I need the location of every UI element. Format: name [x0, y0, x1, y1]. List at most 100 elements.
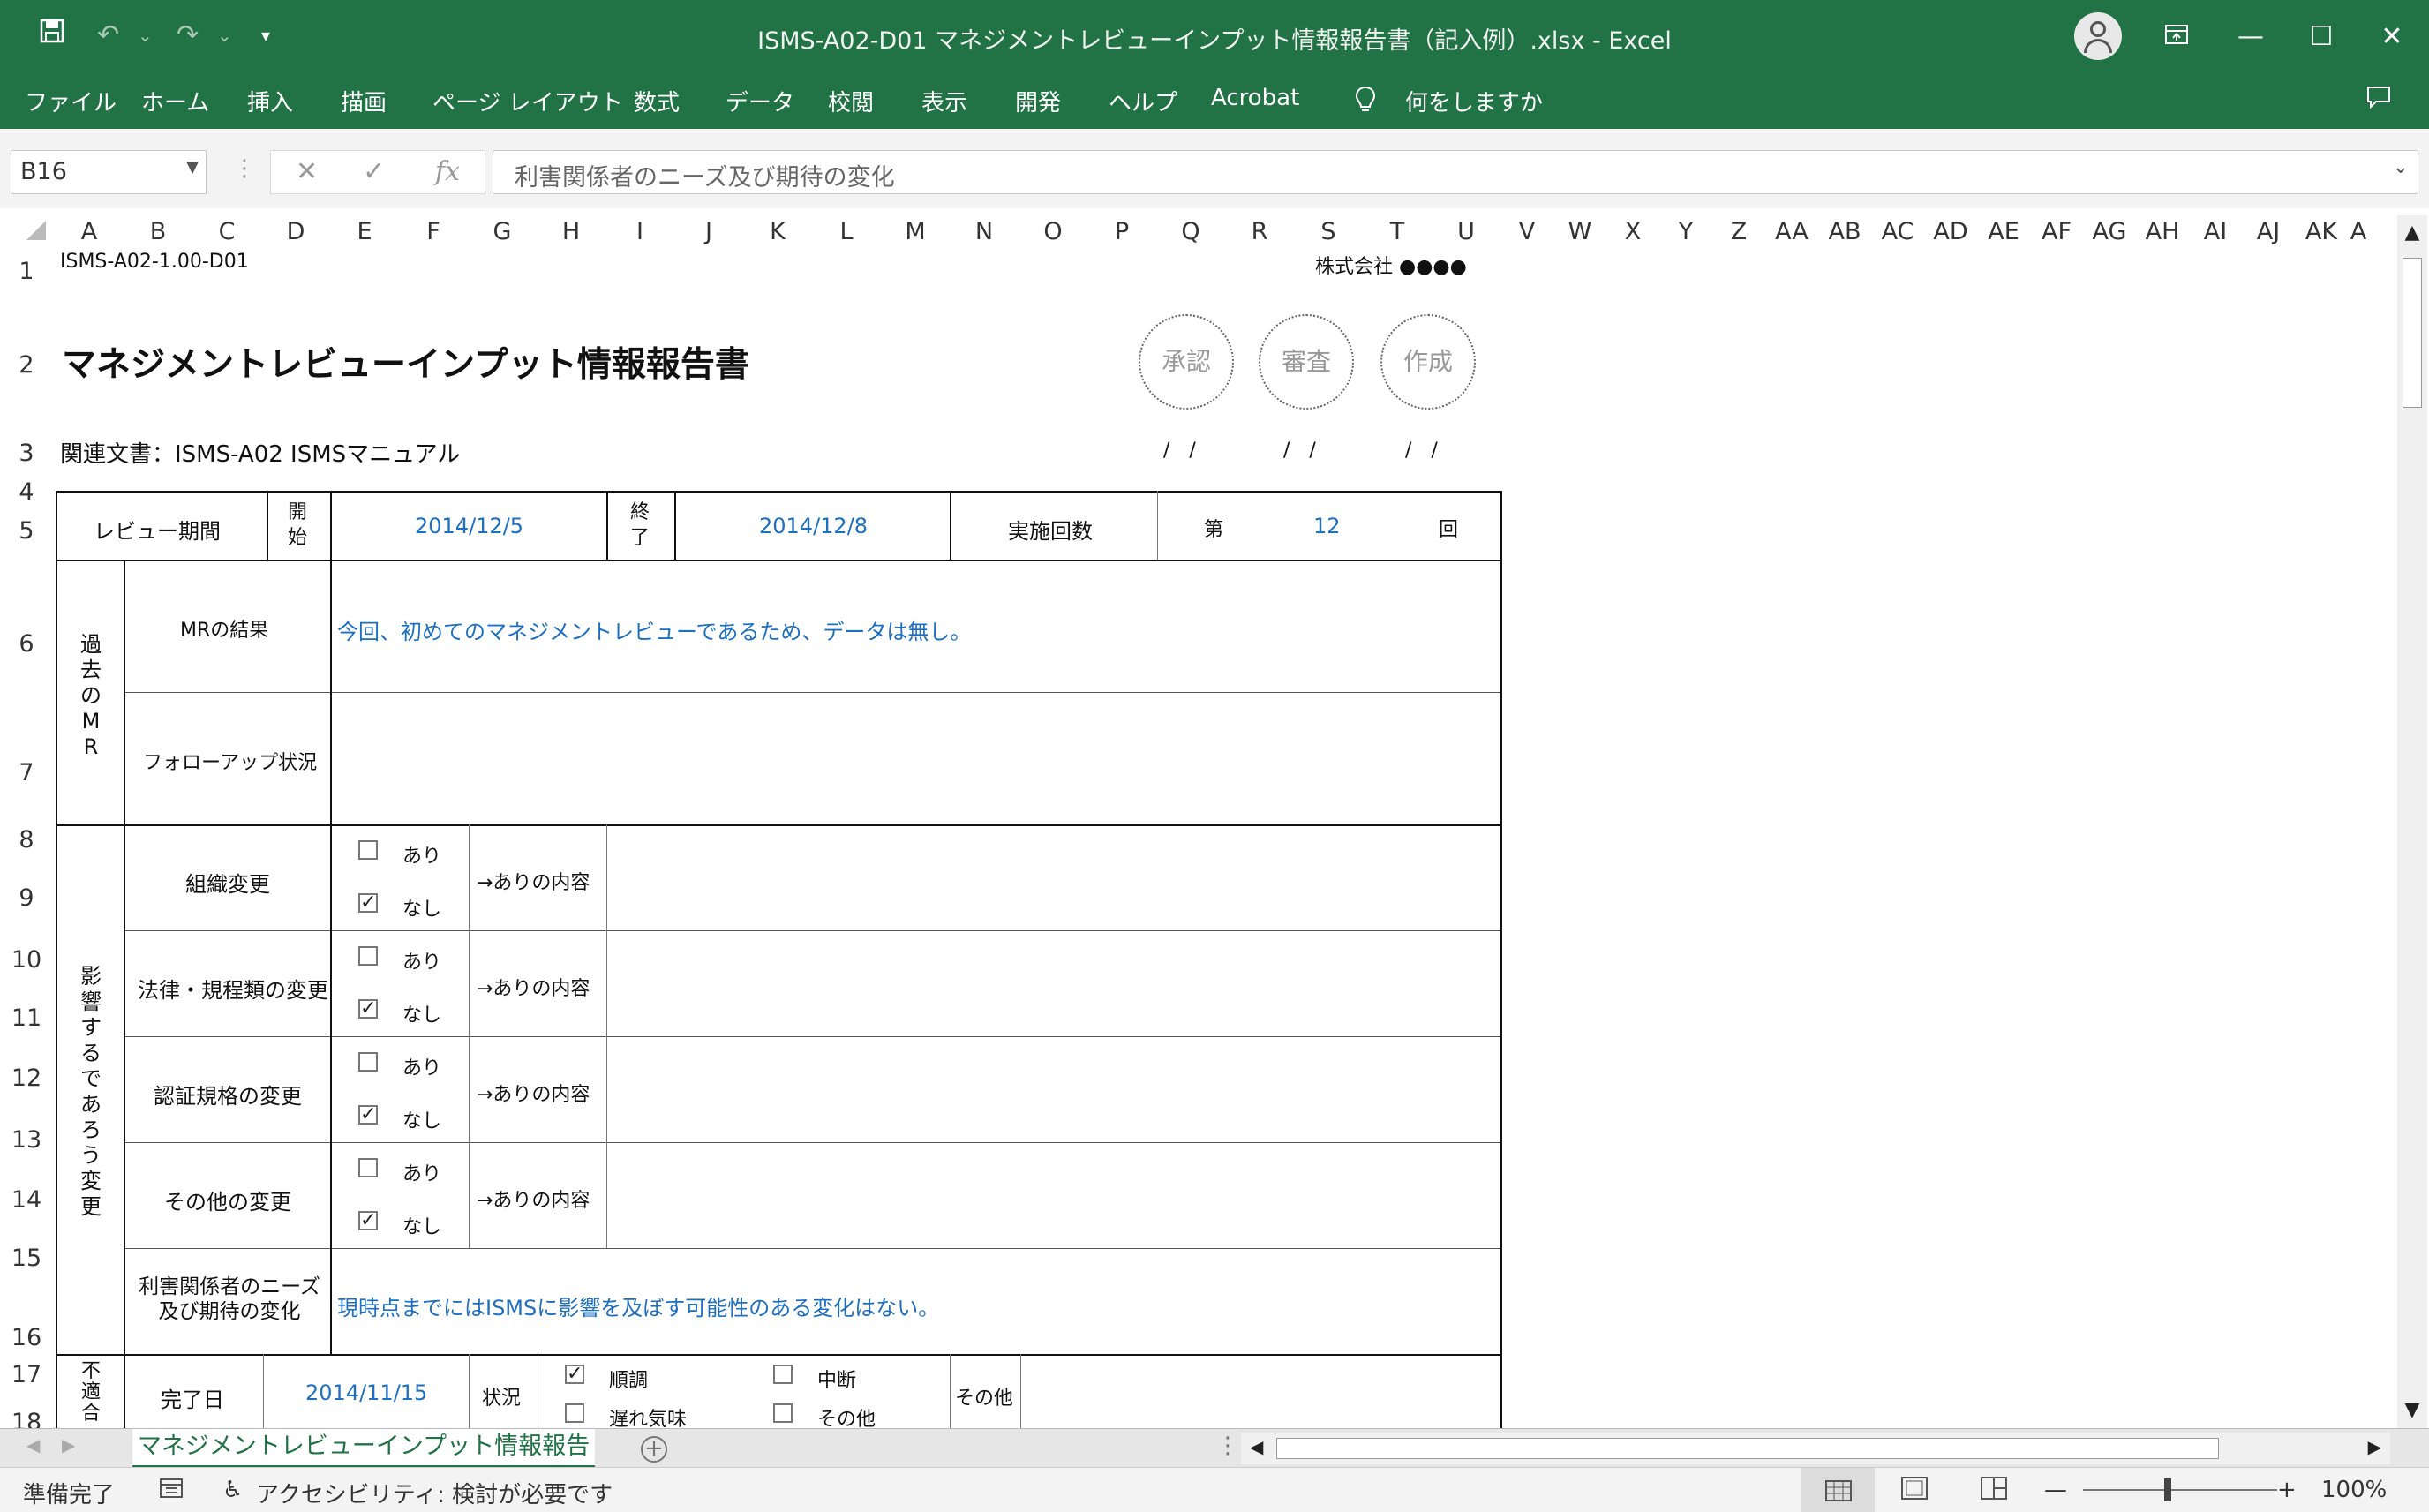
checkbox-ari[interactable]	[358, 1052, 378, 1072]
count-suffix[interactable]: 回	[1439, 514, 1458, 542]
column-header[interactable]: AC	[1871, 208, 1924, 249]
formula-input[interactable]: 利害関係者のニーズ及び期待の変化 ⌄	[493, 150, 2418, 194]
tab-help[interactable]: ヘルプ	[1109, 85, 1177, 117]
column-header[interactable]: AK	[2295, 208, 2348, 249]
row-header[interactable]: 5	[0, 517, 53, 545]
end-label[interactable]: 終了	[627, 500, 653, 551]
cancel-icon[interactable]: ✕	[296, 156, 318, 187]
row-header[interactable]: 17	[0, 1361, 53, 1388]
zoom-level[interactable]: 100%	[2321, 1477, 2387, 1503]
insert-function-icon[interactable]: fx	[435, 156, 460, 187]
column-header[interactable]: K	[743, 208, 812, 249]
impact-changes-label[interactable]: 影響するであろう変更	[78, 964, 104, 1220]
doc-id[interactable]: ISMS-A02-1.00-D01	[60, 251, 249, 273]
nonconformity-label[interactable]: 不適合	[78, 1361, 104, 1425]
end-date[interactable]: 2014/12/8	[759, 514, 868, 538]
tab-draw[interactable]: 描画	[341, 85, 387, 117]
column-header[interactable]: I	[605, 208, 674, 249]
row-header[interactable]: 2	[0, 351, 53, 379]
maximize-icon[interactable]: ☐	[2295, 12, 2348, 62]
row-header[interactable]: 11	[0, 1004, 53, 1032]
select-all-corner[interactable]	[0, 208, 55, 249]
column-header[interactable]: AA	[1765, 208, 1818, 249]
row-header[interactable]: 4	[0, 478, 53, 506]
column-header[interactable]: W	[1553, 208, 1606, 249]
tab-home[interactable]: ホーム	[141, 85, 209, 117]
checkbox-delayed[interactable]	[565, 1403, 584, 1423]
macro-record-icon[interactable]	[159, 1477, 184, 1506]
tab-view[interactable]: 表示	[921, 85, 967, 117]
followup-value[interactable]	[332, 694, 1500, 823]
page-break-view-icon[interactable]	[1981, 1477, 2007, 1506]
worksheet-grid[interactable]: A B C D E F G H I J K L M N O P Q R S T U V W X Y Z AA AB AC AD AE AF AG…	[0, 208, 2429, 1436]
checkbox-ari[interactable]	[358, 840, 378, 860]
column-header[interactable]: B	[124, 208, 192, 249]
scroll-up-icon[interactable]: ▲	[2397, 215, 2427, 251]
vertical-scrollbar[interactable]: ▲ ▼	[2397, 215, 2427, 1428]
column-header[interactable]: H	[537, 208, 605, 249]
column-header[interactable]: R	[1225, 208, 1294, 249]
change-label[interactable]: 組織変更	[185, 867, 270, 898]
column-header[interactable]: T	[1363, 208, 1432, 249]
zoom-out-icon[interactable]: —	[2044, 1477, 2067, 1503]
start-label[interactable]: 開始	[284, 500, 311, 551]
report-title[interactable]: マネジメントレビューインプット情報報告書	[62, 337, 749, 387]
zoom-slider[interactable]	[2083, 1489, 2277, 1491]
column-header[interactable]: A	[2348, 208, 2369, 249]
company-name[interactable]: 株式会社 ●●●●	[1315, 251, 1467, 279]
column-header[interactable]: Z	[1712, 208, 1765, 249]
column-header[interactable]: G	[468, 208, 537, 249]
other-label[interactable]: その他	[955, 1382, 1013, 1410]
page-layout-view-icon[interactable]	[1901, 1477, 1928, 1506]
horizontal-scroll-thumb[interactable]	[1276, 1438, 2219, 1459]
checkbox-nashi[interactable]: ✓	[358, 1211, 378, 1230]
column-header[interactable]: AI	[2189, 208, 2242, 249]
checkbox-nashi[interactable]: ✓	[358, 999, 378, 1019]
tab-data[interactable]: データ	[726, 85, 794, 117]
row-header[interactable]: 15	[0, 1245, 53, 1272]
zoom-slider-thumb[interactable]	[2164, 1478, 2171, 1501]
add-sheet-icon[interactable]: +	[641, 1436, 667, 1463]
row-header[interactable]: 14	[0, 1186, 53, 1214]
ribbon-display-icon[interactable]	[2150, 12, 2203, 62]
column-header[interactable]: C	[192, 208, 261, 249]
past-mr-label[interactable]: 過去のMR	[78, 632, 104, 760]
checkbox-ari[interactable]	[358, 1158, 378, 1177]
column-header[interactable]: Y	[1659, 208, 1712, 249]
row-header[interactable]: 7	[0, 759, 53, 786]
column-header[interactable]: AE	[1977, 208, 2030, 249]
column-header[interactable]: AB	[1818, 208, 1871, 249]
detail-label[interactable]: →ありの内容	[477, 867, 590, 895]
more-options-icon[interactable]: ⋮	[233, 155, 256, 182]
vertical-scroll-thumb[interactable]	[2403, 258, 2422, 408]
tab-file[interactable]: ファイル	[25, 85, 117, 117]
account-avatar-icon[interactable]	[2074, 12, 2122, 60]
name-box[interactable]: B16 ▼	[11, 150, 207, 194]
sheet-tab-active[interactable]: マネジメントレビューインプット情報報告書	[132, 1429, 595, 1495]
detail-label[interactable]: →ありの内容	[477, 1185, 590, 1213]
row-header[interactable]: 1	[0, 258, 53, 285]
column-header[interactable]: AJ	[2242, 208, 2295, 249]
completion-label[interactable]: 完了日	[161, 1382, 224, 1413]
accessibility-status[interactable]: アクセシビリティ: 検討が必要です	[256, 1477, 613, 1509]
start-date[interactable]: 2014/12/5	[415, 514, 523, 538]
column-header[interactable]: P	[1087, 208, 1156, 249]
checkbox-suspended[interactable]	[773, 1365, 793, 1384]
approve-date[interactable]: / /	[1163, 434, 1196, 463]
change-label[interactable]: 法律・規程類の変更	[138, 973, 328, 1004]
change-label[interactable]: 認証規格の変更	[154, 1079, 302, 1110]
column-header[interactable]: N	[950, 208, 1019, 249]
column-header[interactable]: AF	[2030, 208, 2083, 249]
tab-insert[interactable]: 挿入	[247, 85, 293, 117]
row-header[interactable]: 3	[0, 440, 53, 467]
column-header[interactable]: S	[1294, 208, 1363, 249]
checkbox-nashi[interactable]: ✓	[358, 893, 378, 913]
count-value[interactable]: 12	[1313, 514, 1341, 538]
column-header[interactable]: X	[1606, 208, 1659, 249]
review-date[interactable]: / /	[1283, 434, 1316, 463]
column-header[interactable]: O	[1019, 208, 1087, 249]
normal-view-icon[interactable]	[1801, 1468, 1875, 1512]
column-header[interactable]: AH	[2136, 208, 2189, 249]
change-label[interactable]: その他の変更	[164, 1185, 291, 1215]
column-header[interactable]: V	[1500, 208, 1553, 249]
